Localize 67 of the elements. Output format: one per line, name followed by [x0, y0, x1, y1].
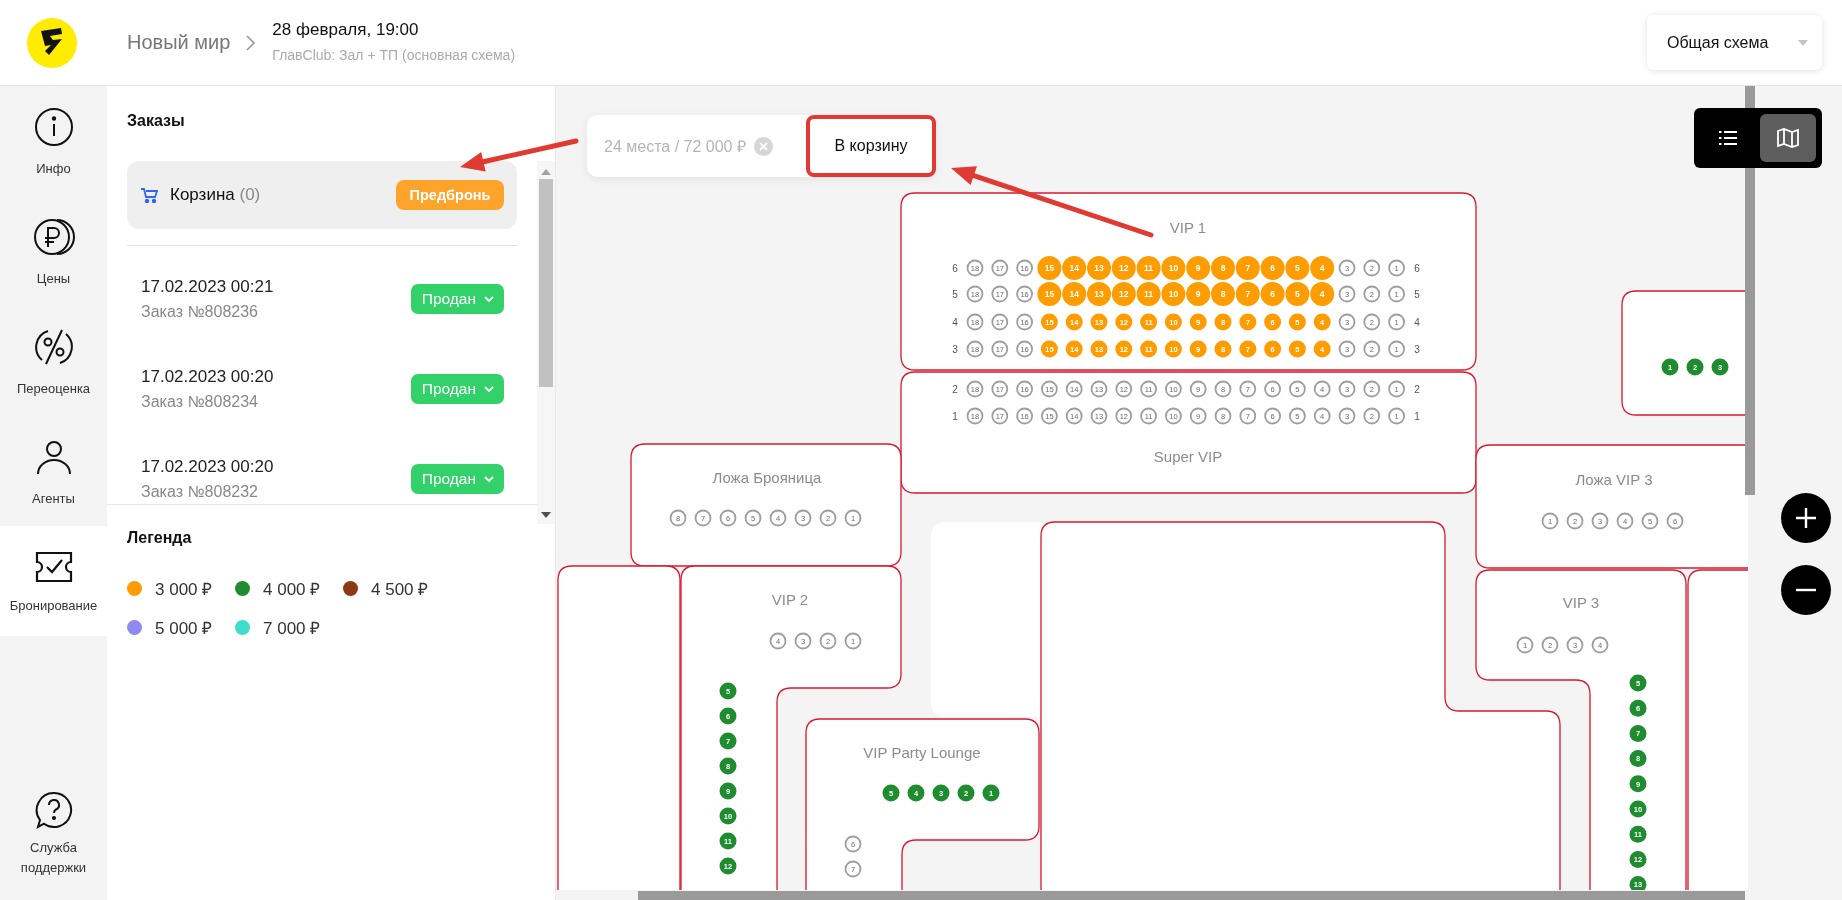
section-title: Ложа VIP 3 — [1575, 471, 1653, 488]
row-number: 4 — [952, 316, 958, 328]
scroll-down-icon[interactable] — [541, 512, 551, 518]
caret-icon — [1798, 39, 1808, 46]
event-title[interactable]: Новый мир — [127, 31, 231, 54]
section-title: VIP 3 — [1562, 594, 1600, 611]
row-number: 1 — [1414, 410, 1420, 422]
row-number: 2 — [1414, 383, 1420, 395]
scrollbar[interactable] — [537, 161, 555, 524]
row-number: 2 — [952, 383, 958, 395]
section-heading: Легенда — [127, 529, 193, 547]
order-number: Заказ №808236 — [141, 303, 259, 321]
row-number: 4 — [1414, 316, 1420, 328]
row-number: 5 — [1414, 288, 1420, 300]
row-number: 1 — [952, 410, 958, 422]
zoom-in-button[interactable] — [1781, 493, 1831, 543]
zoom-out-button[interactable] — [1781, 565, 1831, 615]
row-number: 3 — [952, 343, 958, 355]
scrollbar[interactable] — [638, 891, 1745, 900]
venue-name: ГлавClub: Зал + ТП (основная схема) — [272, 47, 516, 63]
ticket-icon — [33, 549, 74, 584]
section-title: Ложа Брояница — [712, 469, 822, 486]
legend-label: 5 000 ₽ — [155, 618, 213, 639]
section-title: VIP 2 — [771, 591, 809, 608]
order-number: Заказ №808234 — [141, 393, 259, 411]
nav-item[interactable]: Бронирование — [0, 526, 107, 636]
section-title: VIP 1 — [1169, 219, 1207, 236]
logo[interactable] — [27, 17, 77, 68]
nav-item[interactable]: Агенты — [0, 416, 107, 526]
legend-label: 4 000 ₽ — [263, 579, 321, 600]
add-to-cart-button[interactable]: В корзину — [806, 115, 936, 177]
row-number: 6 — [1414, 262, 1420, 274]
event-date: 28 февраля, 19:00 — [272, 20, 420, 40]
section-heading: Заказы — [127, 112, 186, 130]
support-link[interactable]: Служба поддержки — [0, 790, 107, 900]
map-icon — [1777, 128, 1799, 148]
order-date: 17.02.2023 00:20 — [141, 367, 274, 387]
selection-summary: 24 места / 72 000 ₽ — [604, 137, 746, 157]
row-number: 5 — [952, 288, 958, 300]
legend-label: 7 000 ₽ — [263, 618, 321, 639]
scheme-dropdown[interactable]: Общая схема — [1647, 15, 1822, 70]
cart-label: Корзина (0) — [170, 185, 261, 205]
nav-item[interactable]: Цены — [0, 196, 107, 306]
help-bubble-icon — [33, 790, 74, 830]
list-icon — [1719, 131, 1737, 145]
order-number: Заказ №808232 — [141, 483, 259, 501]
cart-icon — [141, 187, 158, 203]
order-date: 17.02.2023 00:21 — [141, 277, 274, 297]
nav-item[interactable]: Переоценка — [0, 306, 107, 416]
minus-icon — [1795, 588, 1817, 592]
row-number: 6 — [952, 262, 958, 274]
nav-item[interactable]: Инфо — [0, 86, 107, 196]
legend-label: 3 000 ₽ — [155, 579, 213, 600]
view-option[interactable] — [1760, 114, 1816, 162]
order-date: 17.02.2023 00:20 — [141, 457, 274, 477]
chevron-down-icon — [484, 475, 494, 483]
chevron-down-icon — [484, 385, 494, 393]
info-icon — [33, 106, 74, 147]
plus-icon — [1795, 507, 1817, 529]
row-number: 3 — [1414, 343, 1420, 355]
chevron-icon — [245, 34, 256, 51]
section-title: VIP Party Lounge — [863, 744, 981, 761]
clear-icon — [753, 136, 773, 156]
chevron-down-icon — [484, 295, 494, 303]
section-title: Super VIP — [1153, 448, 1223, 465]
ruble-coin-icon — [32, 216, 75, 257]
legend-label: 4 500 ₽ — [371, 579, 429, 600]
